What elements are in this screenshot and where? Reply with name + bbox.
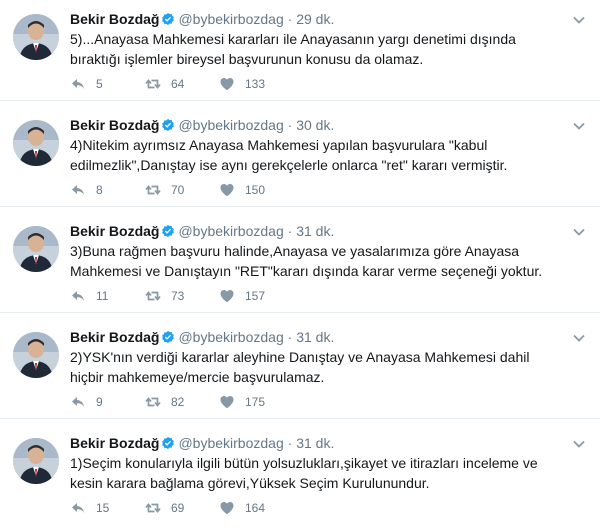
like-button[interactable]: 150 xyxy=(219,181,265,199)
avatar[interactable] xyxy=(13,120,59,166)
retweet-count: 70 xyxy=(171,183,185,197)
avatar[interactable] xyxy=(13,226,59,272)
author-name[interactable]: Bekir Bozdağ xyxy=(70,329,159,345)
author-handle[interactable]: @bybekirbozdag xyxy=(178,117,283,133)
author-handle[interactable]: @bybekirbozdag xyxy=(178,329,283,345)
author-name[interactable]: Bekir Bozdağ xyxy=(70,435,159,451)
like-button[interactable]: 175 xyxy=(219,393,265,411)
reply-icon xyxy=(72,185,84,195)
reply-count: 8 xyxy=(96,183,103,197)
reply-count: 15 xyxy=(96,501,110,515)
heart-icon xyxy=(220,184,234,197)
chevron-down-icon[interactable] xyxy=(571,12,587,28)
reply-icon xyxy=(72,503,84,513)
chevron-down-icon[interactable] xyxy=(571,118,587,134)
reply-icon xyxy=(72,79,84,89)
retweet-button[interactable]: 82 xyxy=(145,393,184,411)
chevron-down-icon[interactable] xyxy=(571,224,587,240)
tweet-header: Bekir Bozdağ @bybekirbozdag · 31 dk. xyxy=(70,328,334,346)
retweet-icon xyxy=(145,185,161,195)
retweet-icon xyxy=(145,397,161,407)
tweet-timestamp[interactable]: 31 dk. xyxy=(296,223,334,239)
retweet-button[interactable]: 64 xyxy=(145,75,184,93)
like-button[interactable]: 157 xyxy=(219,287,265,305)
reply-button[interactable]: 11 xyxy=(70,287,108,305)
author-handle[interactable]: @bybekirbozdag xyxy=(178,435,283,451)
reply-button[interactable]: 9 xyxy=(70,393,103,411)
retweet-count: 82 xyxy=(171,395,185,409)
verified-badge-icon xyxy=(162,118,175,132)
like-button[interactable]: 164 xyxy=(219,499,265,517)
reply-count: 5 xyxy=(96,77,103,91)
retweet-button[interactable]: 73 xyxy=(145,287,184,305)
verified-badge-icon xyxy=(162,436,175,450)
tweet-header: Bekir Bozdağ @bybekirbozdag · 31 dk. xyxy=(70,434,334,452)
tweet-header: Bekir Bozdağ @bybekirbozdag · 29 dk. xyxy=(70,10,334,28)
verified-badge-icon xyxy=(162,224,175,238)
retweet-button[interactable]: 70 xyxy=(145,181,184,199)
retweet-count: 73 xyxy=(171,289,185,303)
chevron-down-icon[interactable] xyxy=(571,436,587,452)
verified-badge-icon xyxy=(162,12,175,26)
retweet-icon xyxy=(145,291,161,301)
like-count: 150 xyxy=(245,183,266,197)
reply-icon xyxy=(72,397,84,407)
avatar[interactable] xyxy=(13,438,59,484)
heart-icon xyxy=(220,78,234,91)
tweet[interactable]: Bekir Bozdağ @bybekirbozdag · 31 dk. 2)YS… xyxy=(0,318,600,419)
tweet-text: 5)...Anayasa Mahkemesi kararları ile Ana… xyxy=(70,31,516,67)
avatar[interactable] xyxy=(13,14,59,60)
separator-dot: · xyxy=(287,223,293,239)
tweet-timestamp[interactable]: 30 dk. xyxy=(296,117,334,133)
tweet-timestamp[interactable]: 31 dk. xyxy=(296,435,334,451)
author-name[interactable]: Bekir Bozdağ xyxy=(70,11,159,27)
like-count: 133 xyxy=(245,77,266,91)
tweet[interactable]: Bekir Bozdağ @bybekirbozdag · 31 dk. 1)Se… xyxy=(0,424,600,525)
retweet-icon xyxy=(145,503,161,513)
separator-dot: · xyxy=(287,329,293,345)
like-count: 157 xyxy=(245,289,266,303)
author-name[interactable]: Bekir Bozdağ xyxy=(70,117,159,133)
tweet-header: Bekir Bozdağ @bybekirbozdag · 30 dk. xyxy=(70,116,334,134)
author-name[interactable]: Bekir Bozdağ xyxy=(70,223,159,239)
heart-icon xyxy=(220,290,234,303)
separator-dot: · xyxy=(287,11,293,27)
heart-icon xyxy=(220,396,234,409)
avatar[interactable] xyxy=(13,332,59,378)
reply-button[interactable]: 5 xyxy=(70,75,103,93)
like-count: 164 xyxy=(245,501,266,515)
tweet[interactable]: Bekir Bozdağ @bybekirbozdag · 29 dk. 5)..… xyxy=(0,0,600,101)
tweet-timestamp[interactable]: 29 dk. xyxy=(296,11,334,27)
verified-badge-icon xyxy=(162,330,175,344)
reply-icon xyxy=(72,291,84,301)
tweet[interactable]: Bekir Bozdağ @bybekirbozdag · 30 dk. 4)Ni… xyxy=(0,106,600,207)
retweet-button[interactable]: 69 xyxy=(145,499,184,517)
tweet[interactable]: Bekir Bozdağ @bybekirbozdag · 31 dk. 3)Bu… xyxy=(0,212,600,313)
heart-icon xyxy=(220,502,234,515)
like-button[interactable]: 133 xyxy=(219,75,265,93)
tweet-text: 3)Buna rağmen başvuru halinde,Anayasa ve… xyxy=(70,243,543,279)
tweet-timestamp[interactable]: 31 dk. xyxy=(296,329,334,345)
reply-button[interactable]: 15 xyxy=(70,499,109,517)
retweet-icon xyxy=(145,79,161,89)
separator-dot: · xyxy=(287,117,293,133)
retweet-count: 69 xyxy=(171,501,185,515)
retweet-count: 64 xyxy=(171,77,185,91)
tweet-timeline: Bekir Bozdağ @bybekirbozdag · 29 dk. 5)..… xyxy=(0,0,600,530)
reply-count: 9 xyxy=(96,395,103,409)
reply-count: 11 xyxy=(96,289,109,303)
reply-button[interactable]: 8 xyxy=(70,181,103,199)
separator-dot: · xyxy=(287,435,293,451)
chevron-down-icon[interactable] xyxy=(571,330,587,346)
author-handle[interactable]: @bybekirbozdag xyxy=(178,11,283,27)
tweet-text: 4)Nitekim ayrımsız Anayasa Mahkemesi yap… xyxy=(70,137,508,173)
tweet-header: Bekir Bozdağ @bybekirbozdag · 31 dk. xyxy=(70,222,334,240)
tweet-text: 1)Seçim konularıyla ilgili bütün yolsuzl… xyxy=(70,455,538,491)
like-count: 175 xyxy=(245,395,266,409)
author-handle[interactable]: @bybekirbozdag xyxy=(178,223,283,239)
tweet-text: 2)YSK'nın verdiği kararlar aleyhine Danı… xyxy=(70,349,530,385)
